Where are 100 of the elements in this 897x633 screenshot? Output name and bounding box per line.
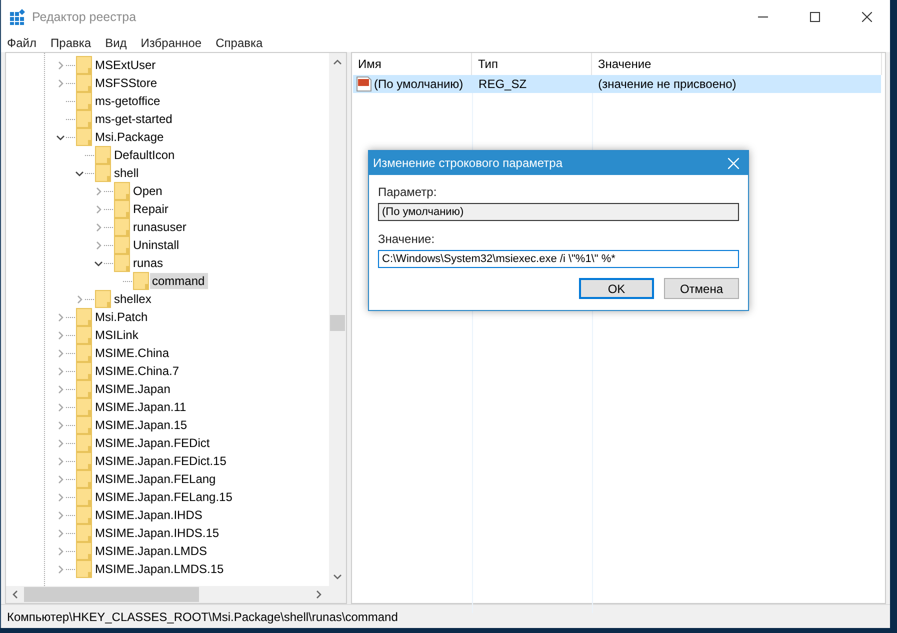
tree-item[interactable]: MSIME.Japan.IHDS.15 — [93, 525, 222, 541]
folder-icon — [76, 326, 92, 344]
expand-chevron-icon[interactable] — [56, 78, 65, 88]
expand-chevron-icon[interactable] — [56, 348, 65, 358]
field-label: Параметр: — [378, 185, 438, 199]
folder-icon — [76, 92, 92, 110]
folder-icon — [76, 344, 92, 362]
tree-item[interactable]: runasuser — [131, 219, 190, 235]
expand-chevron-icon[interactable] — [94, 204, 103, 214]
folder-icon — [95, 290, 111, 308]
expand-chevron-icon[interactable] — [56, 474, 65, 484]
value-field[interactable]: C:\Windows\System32\msiexec.exe /i \"%1\" %* — [378, 250, 739, 268]
menu-item[interactable]: Файл — [7, 36, 37, 50]
expand-chevron-icon[interactable] — [75, 294, 84, 304]
tree-item[interactable]: MSIME.China.7 — [93, 363, 182, 379]
tree-item[interactable]: MSIME.Japan — [93, 381, 174, 397]
dialog-button[interactable]: Отмена — [664, 278, 739, 299]
tree-item[interactable]: MSIME.Japan.15 — [93, 417, 190, 433]
tree-item[interactable]: MSIME.China — [93, 345, 172, 361]
scroll-up-icon[interactable] — [333, 59, 342, 65]
expand-chevron-icon[interactable] — [94, 222, 103, 232]
tree-item[interactable]: Msi.Patch — [93, 309, 151, 325]
menu-item[interactable]: Избранное — [140, 36, 202, 50]
folder-icon — [76, 74, 92, 92]
tree-item[interactable]: MSIME.Japan.LMDS.15 — [93, 561, 227, 577]
scrollbar-thumb[interactable] — [24, 587, 199, 602]
tree-item[interactable]: MSIME.Japan.FEDict.15 — [93, 453, 230, 469]
tree-item[interactable]: MSIME.Japan.FELang — [93, 471, 219, 487]
parameter-field: (По умолчанию) — [378, 203, 739, 221]
collapse-chevron-icon[interactable] — [56, 132, 65, 142]
collapse-chevron-icon[interactable] — [75, 168, 84, 178]
collapse-chevron-icon[interactable] — [94, 258, 103, 268]
table-row[interactable]: (По умолчанию) REG_SZ (значение не присвоено) — [353, 75, 881, 93]
folder-icon — [76, 470, 92, 488]
tree-item[interactable]: command — [150, 273, 208, 289]
tree-item[interactable]: MSIME.Japan.11 — [93, 399, 190, 415]
tree-item[interactable]: MSILink — [93, 327, 142, 343]
tree-item[interactable]: ms-get-started — [93, 111, 176, 127]
close-icon[interactable] — [862, 12, 872, 22]
tree-item[interactable]: MSIME.Japan.FEDict — [93, 435, 213, 451]
scroll-left-icon[interactable] — [12, 590, 18, 599]
expand-chevron-icon[interactable] — [56, 402, 65, 412]
scroll-down-icon[interactable] — [333, 574, 342, 580]
folder-icon — [114, 200, 130, 218]
expand-chevron-icon[interactable] — [56, 492, 65, 502]
folder-icon — [114, 236, 130, 254]
maximize-icon[interactable] — [810, 12, 820, 22]
menu-item[interactable]: Правка — [50, 36, 92, 50]
tree-item[interactable]: shell — [112, 165, 142, 181]
folder-icon — [76, 434, 92, 452]
expand-chevron-icon[interactable] — [56, 438, 65, 448]
folder-icon — [76, 362, 92, 380]
folder-icon — [76, 488, 92, 506]
menu-item[interactable]: Справка — [216, 36, 263, 50]
folder-icon — [76, 110, 92, 128]
tree-item[interactable]: Repair — [131, 201, 172, 217]
tree-item[interactable]: MSExtUser — [93, 57, 159, 73]
dialog-button[interactable]: OK — [579, 278, 654, 299]
tree-item[interactable]: DefaultIcon — [112, 147, 178, 163]
expand-chevron-icon[interactable] — [56, 312, 65, 322]
folder-icon — [76, 542, 92, 560]
menu-item[interactable]: Вид — [105, 36, 127, 50]
expand-chevron-icon[interactable] — [56, 366, 65, 376]
expand-chevron-icon[interactable] — [56, 546, 65, 556]
tree-item[interactable]: MSIME.Japan.LMDS — [93, 543, 210, 559]
expand-chevron-icon[interactable] — [56, 456, 65, 466]
tree-item[interactable]: MSFSStore — [93, 75, 160, 91]
tree-item[interactable]: Open — [131, 183, 166, 199]
tree-item[interactable]: Uninstall — [131, 237, 182, 253]
expand-chevron-icon[interactable] — [94, 186, 103, 196]
folder-icon — [76, 56, 92, 74]
table-cell-text: REG_SZ — [478, 77, 528, 91]
expand-chevron-icon[interactable] — [56, 564, 65, 574]
expand-chevron-icon[interactable] — [56, 60, 65, 70]
expand-chevron-icon[interactable] — [56, 420, 65, 430]
expand-chevron-icon[interactable] — [56, 510, 65, 520]
expand-chevron-icon[interactable] — [56, 384, 65, 394]
expand-chevron-icon[interactable] — [56, 330, 65, 340]
folder-icon — [76, 506, 92, 524]
tree-item[interactable]: runas — [131, 255, 166, 271]
dialog-title: Изменение строкового параметра — [373, 156, 563, 170]
folder-icon — [76, 380, 92, 398]
folder-icon — [76, 308, 92, 326]
folder-icon — [76, 416, 92, 434]
expand-chevron-icon[interactable] — [94, 240, 103, 250]
scrollbar-thumb[interactable] — [330, 315, 345, 331]
folder-icon — [76, 452, 92, 470]
scroll-right-icon[interactable] — [316, 590, 322, 599]
status-bar: Компьютер\HKEY_CLASSES_ROOT\Msi.Package\shell\runas\command — [1, 604, 890, 628]
tree-item[interactable]: shellex — [112, 291, 154, 307]
folder-icon — [114, 254, 130, 272]
tree-item[interactable]: Msi.Package — [93, 129, 167, 145]
folder-icon — [95, 146, 111, 164]
window-title: Редактор реестра — [32, 10, 136, 24]
tree-item[interactable]: MSIME.Japan.IHDS — [93, 507, 206, 523]
table-cell-text: (значение не присвоено) — [597, 77, 738, 91]
tree-item[interactable]: MSIME.Japan.FELang.15 — [93, 489, 236, 505]
folder-icon — [76, 128, 92, 146]
expand-chevron-icon[interactable] — [56, 528, 65, 538]
tree-item[interactable]: ms-getoffice — [93, 93, 164, 109]
